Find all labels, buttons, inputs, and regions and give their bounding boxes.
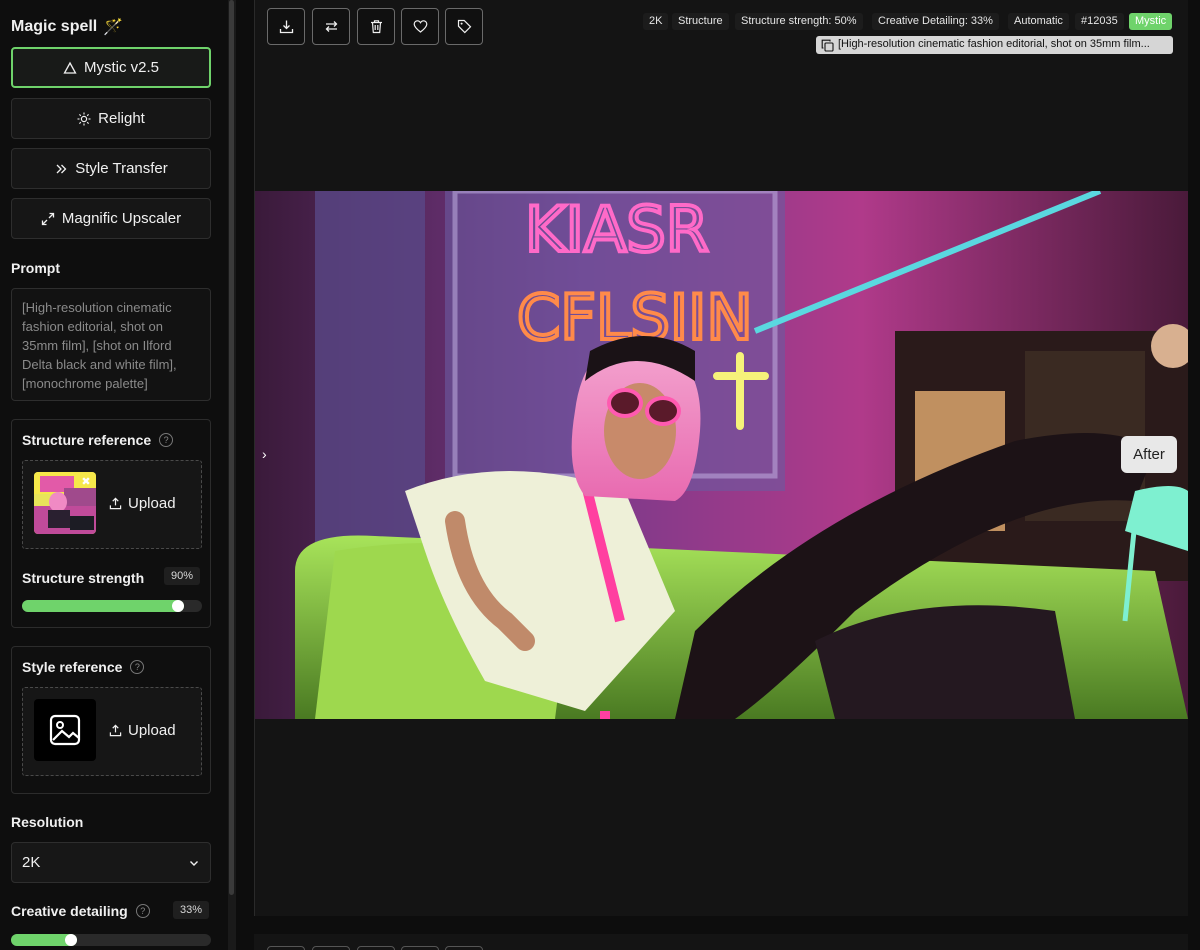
tag-mode: Structure: [672, 13, 729, 30]
mode-relight-label: Relight: [98, 110, 145, 127]
style-reference-card: Style reference ? Upload: [11, 646, 211, 794]
magic-wand-icon: 🪄: [103, 19, 124, 36]
structure-upload-label: Upload: [128, 495, 176, 512]
magic-spell-title: Magic spell 🪄: [11, 17, 123, 37]
structure-reference-dropzone[interactable]: ✖ Upload: [22, 460, 202, 549]
triangle-icon: [63, 61, 77, 74]
mode-magnific-upscaler-button[interactable]: Magnific Upscaler: [11, 198, 211, 239]
next-card-tag-button[interactable]: [445, 946, 483, 950]
resolution-value: 2K: [22, 854, 41, 871]
delete-button[interactable]: [357, 8, 395, 45]
result-image-canvas: KIASR CFLSIIN: [255, 191, 1188, 719]
structure-strength-slider[interactable]: [22, 600, 202, 612]
structure-strength-value: 90%: [164, 567, 201, 585]
style-upload-label: Upload: [128, 722, 176, 739]
tag-id: #12035: [1075, 13, 1124, 30]
prompt-copy-tag[interactable]: [High-resolution cinematic fashion edito…: [816, 36, 1173, 54]
prompt-textarea[interactable]: [High-resolution cinematic fashion edito…: [11, 288, 211, 401]
image-icon: [49, 714, 81, 746]
structure-strength-knob[interactable]: [172, 600, 184, 612]
tag-resolution: 2K: [643, 13, 669, 30]
result-image[interactable]: KIASR CFLSIIN: [255, 191, 1188, 719]
image-placeholder: [34, 699, 96, 761]
swap-icon: [325, 21, 337, 32]
resolution-label: Resolution: [11, 814, 84, 830]
next-card-delete-button[interactable]: [357, 946, 395, 950]
double-chevron-icon: [56, 164, 67, 173]
remove-thumbnail-icon[interactable]: ✖: [80, 476, 92, 488]
style-reference-dropzone[interactable]: Upload: [22, 687, 202, 776]
favorite-button[interactable]: [401, 8, 439, 45]
structure-strength-fill: [22, 600, 184, 612]
resolution-select[interactable]: 2K: [11, 842, 211, 883]
tag-engine: Automatic: [1008, 13, 1069, 30]
heart-icon: [413, 20, 427, 33]
structure-reference-title: Structure reference ?: [22, 432, 174, 448]
next-card-swap-button[interactable]: [312, 946, 350, 950]
trash-icon: [370, 20, 382, 34]
sidebar-scrollbar[interactable]: [229, 0, 234, 895]
help-icon[interactable]: ?: [135, 904, 150, 918]
mode-magnific-upscaler-label: Magnific Upscaler: [61, 210, 182, 227]
structure-reference-thumbnail[interactable]: ✖: [34, 472, 96, 534]
next-card-favorite-button[interactable]: [401, 946, 439, 950]
tag-creative-detailing: Creative Detailing: 33%: [872, 13, 999, 30]
expand-icon: [41, 212, 55, 225]
magic-spell-label: Magic spell: [11, 18, 98, 35]
structure-reference-label: Structure reference: [22, 432, 152, 448]
creative-detailing-slider[interactable]: [11, 934, 211, 946]
upload-icon: [109, 724, 122, 737]
structure-upload-button[interactable]: Upload: [109, 495, 176, 512]
tag-button[interactable]: [445, 8, 483, 45]
tag-model: Mystic: [1129, 13, 1173, 30]
prompt-label: Prompt: [11, 260, 60, 276]
sun-icon: [77, 112, 91, 125]
swap-button[interactable]: [312, 8, 350, 45]
creative-detailing-knob[interactable]: [65, 934, 77, 946]
help-icon[interactable]: ?: [130, 660, 145, 674]
help-icon[interactable]: ?: [159, 433, 174, 447]
style-reference-label: Style reference: [22, 659, 123, 675]
structure-strength-label: Structure strength: [22, 570, 145, 586]
mode-mystic-button[interactable]: Mystic v2.5: [11, 47, 211, 88]
copy-icon: [821, 39, 834, 52]
mode-style-transfer-label: Style Transfer: [75, 160, 168, 177]
mode-style-transfer-button[interactable]: Style Transfer: [11, 148, 211, 189]
creative-detailing-value: 33%: [173, 901, 210, 919]
structure-reference-card: Structure reference ? ✖ Upload Structure…: [11, 419, 211, 628]
tag-icon: [457, 19, 471, 34]
download-button[interactable]: [267, 8, 305, 45]
chevron-down-icon: [190, 860, 198, 866]
previous-arrow-icon[interactable]: ›: [262, 446, 267, 462]
mode-mystic-label: Mystic v2.5: [83, 59, 159, 76]
next-card-download-button[interactable]: [267, 946, 305, 950]
prompt-copy-text: [High-resolution cinematic fashion edito…: [838, 38, 1150, 50]
after-label[interactable]: After: [1121, 436, 1177, 473]
upload-icon: [109, 497, 122, 510]
creative-detailing-label: Creative detailing: [11, 903, 128, 919]
structure-strength-title: Structure strength: [22, 570, 144, 586]
tag-structure-strength: Structure strength: 50%: [735, 13, 863, 30]
creative-detailing-title: Creative detailing ?: [11, 903, 150, 919]
download-icon: [279, 20, 293, 34]
neon-sign-line1: KIASR: [525, 193, 709, 266]
style-upload-button[interactable]: Upload: [109, 722, 176, 739]
style-reference-title: Style reference ?: [22, 659, 145, 675]
mode-relight-button[interactable]: Relight: [11, 98, 211, 139]
